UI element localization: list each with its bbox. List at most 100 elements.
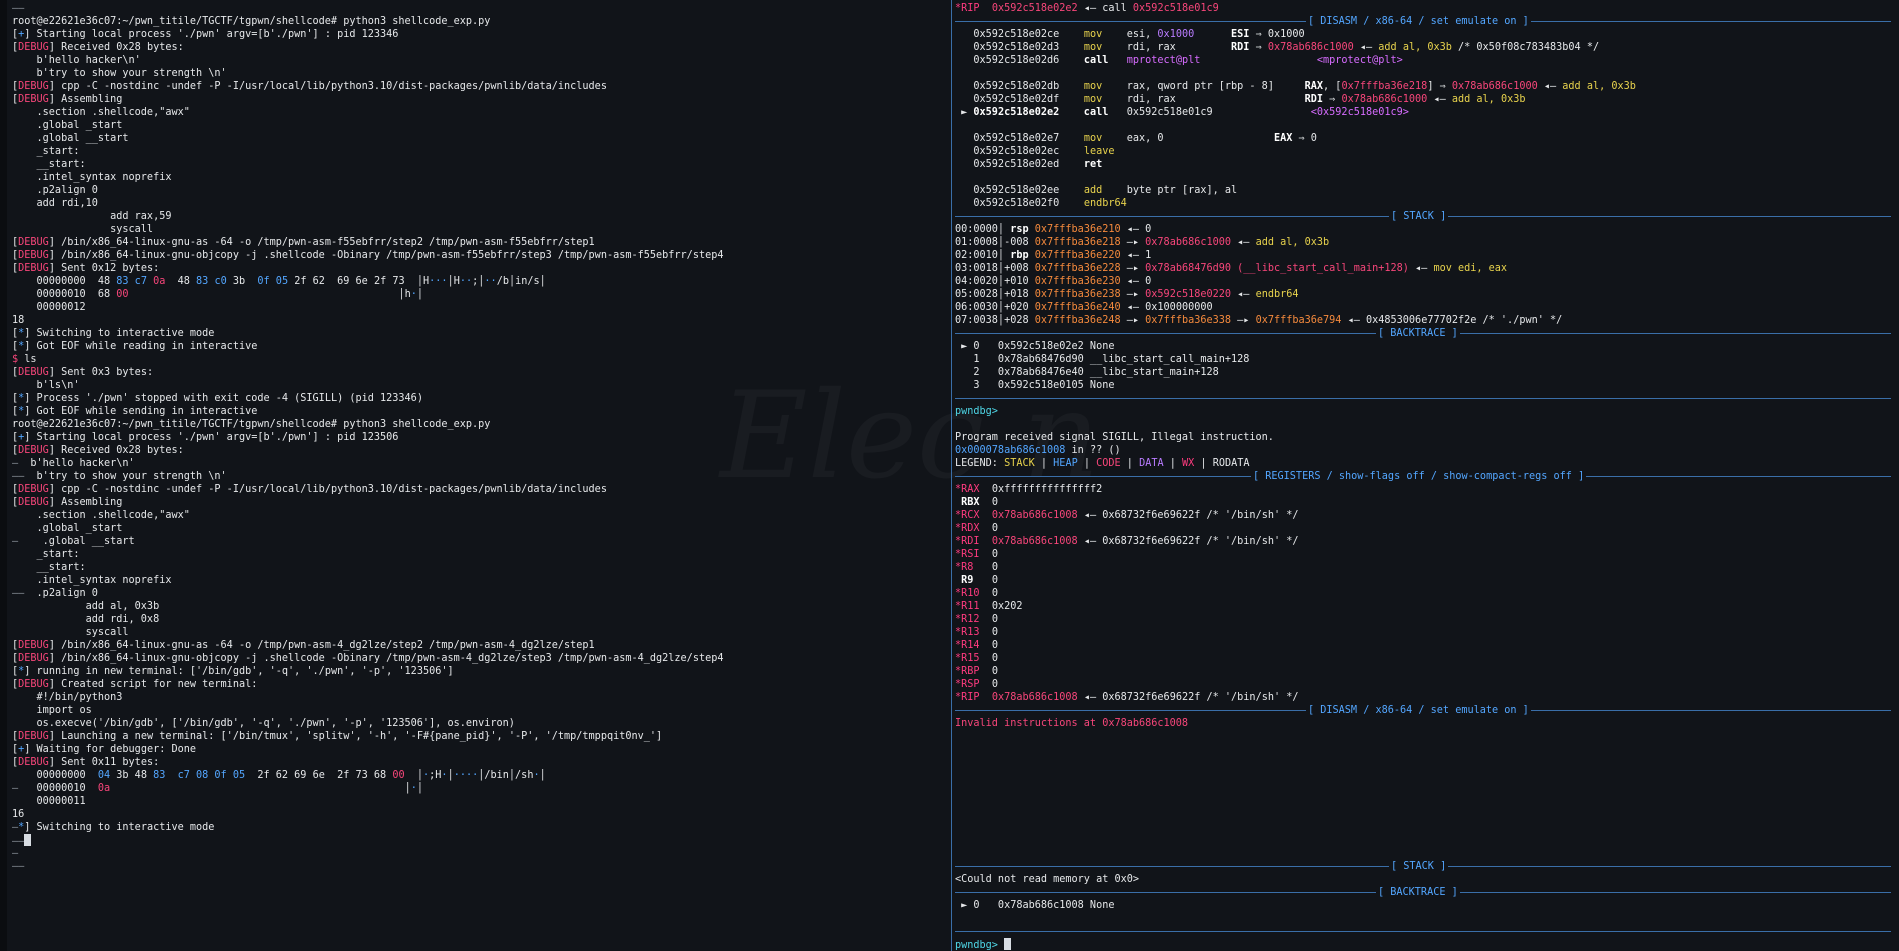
text-segment: ⇒ 0x1000 bbox=[1255, 29, 1305, 40]
terminal-line: —— .p2align 0 bbox=[12, 587, 950, 600]
terminal-line: 0x592c518e02ec leave bbox=[955, 145, 1899, 158]
terminal-line: .global _start bbox=[12, 119, 950, 132]
banner-title: [ BACKTRACE ] bbox=[1376, 886, 1460, 899]
banner-title: [ BACKTRACE ] bbox=[1376, 327, 1460, 340]
text-segment: ◂— bbox=[1359, 42, 1379, 53]
text-segment: DEBUG bbox=[18, 497, 49, 508]
terminal-line: b'try to show your strength \n' bbox=[12, 67, 950, 80]
text-segment: ► 0 0x592c518e02e2 None bbox=[955, 341, 1115, 352]
terminal-line: 18 bbox=[12, 314, 950, 327]
text-segment: endbr64 bbox=[1255, 289, 1299, 300]
terminal-line: pwndbg> bbox=[955, 405, 1899, 418]
text-segment: root@e22621e36c07:~/pwn_titile/TGCTF/tgp… bbox=[12, 419, 491, 430]
text-segment: ] /bin/x86_64-linux-gnu-as -64 -o /tmp/p… bbox=[48, 640, 595, 651]
terminal-pane-left[interactable]: — — root@e22621e36c07:~/pwn_titile/TGCTF/t… bbox=[0, 0, 950, 951]
text-segment: 0 bbox=[991, 653, 998, 664]
text-segment: ⇒ bbox=[1255, 42, 1268, 53]
text-segment: — bbox=[12, 848, 19, 859]
text-segment: ret bbox=[1083, 159, 1127, 170]
text-segment: *RBP bbox=[955, 666, 992, 677]
text-segment: 0x592c518e02d3 bbox=[955, 42, 1084, 53]
text-segment: │ bbox=[416, 783, 423, 794]
text-segment: │ bbox=[416, 289, 423, 300]
text-segment: *RAX bbox=[955, 484, 992, 495]
terminal-pane-right-pwndbg[interactable]: *RIP 0x592c518e02e2 ◂— call 0x592c518e01… bbox=[953, 0, 1899, 951]
text-segment: RDI bbox=[1231, 42, 1256, 53]
terminal-line: [DEBUG] Received 0x28 bytes: bbox=[12, 41, 950, 54]
tmux-pane-divider[interactable] bbox=[951, 0, 952, 951]
terminal-line: 0x000078ab686c1008 in ?? () bbox=[955, 444, 1899, 457]
terminal-line: 0x592c518e02ee add byte ptr [rax], al bbox=[955, 184, 1899, 197]
terminal-line: .section .shellcode,"awx" bbox=[12, 509, 950, 522]
text-segment: pwndbg> bbox=[955, 940, 1005, 951]
terminal-line: 00000011 bbox=[12, 795, 950, 808]
text-segment: add al, 0x3b bbox=[1451, 94, 1526, 105]
text-segment: ] Got EOF while sending in interactive bbox=[24, 406, 258, 417]
text-segment: 0x78ab686c1000 bbox=[1145, 237, 1238, 248]
text-segment: LEGEND: bbox=[955, 458, 1005, 469]
terminal-line: *RDX 0 bbox=[955, 522, 1899, 535]
text-segment: 0x592c518e01c9 bbox=[1126, 107, 1311, 118]
terminal-line: — 00000010 0a │·│ bbox=[12, 782, 950, 795]
text-segment: 0 bbox=[991, 679, 998, 690]
text-segment: 3 0x592c518e0105 None bbox=[955, 380, 1115, 391]
text-segment: │H bbox=[447, 276, 460, 287]
text-segment: 00 bbox=[116, 289, 129, 300]
text-segment: 48 bbox=[177, 276, 197, 287]
terminal-line: 0x592c518e02d3 mov rdi, rax RDI ⇒ 0x78ab… bbox=[955, 41, 1899, 54]
terminal-line: [DEBUG] Sent 0x12 bytes: bbox=[12, 262, 950, 275]
text-segment: 0x7fffba36e338 bbox=[1145, 315, 1238, 326]
text-segment: ◂— 0 bbox=[1126, 276, 1152, 287]
text-segment: 0x78ab686c1000 bbox=[1267, 42, 1360, 53]
text-segment: rdi, rax bbox=[1126, 42, 1232, 53]
text-segment: DEBUG bbox=[18, 94, 49, 105]
text-segment: ⇒ 0 bbox=[1298, 133, 1317, 144]
text-segment: — bbox=[12, 536, 31, 547]
text-segment: | bbox=[1083, 458, 1097, 469]
terminal-line: .section .shellcode,"awx" bbox=[12, 106, 950, 119]
terminal-line: [+] Starting local process './pwn' argv=… bbox=[12, 28, 950, 41]
text-segment: 00000011 bbox=[12, 796, 86, 807]
text-segment: ] /bin/x86_64-linux-gnu-objcopy -j .shel… bbox=[48, 250, 724, 261]
terminal-line: *RAX 0xfffffffffffffff2 bbox=[955, 483, 1899, 496]
text-segment: ·· bbox=[459, 276, 473, 287]
terminal-line: [*] Process './pwn' stopped with exit co… bbox=[12, 392, 950, 405]
text-segment: 0x7fffba36e238 bbox=[1034, 289, 1127, 300]
terminal-line: *R14 0 bbox=[955, 639, 1899, 652]
text-segment: ] /bin/x86_64-linux-gnu-as -64 -o /tmp/p… bbox=[48, 237, 595, 248]
text-segment: DEBUG bbox=[18, 484, 49, 495]
terminal-line: — .global __start bbox=[12, 535, 950, 548]
text-segment: 00000000 48 bbox=[12, 276, 117, 287]
text-segment: DEBUG bbox=[18, 757, 49, 768]
text-segment: 0x7fffba36e210 bbox=[1034, 224, 1127, 235]
terminal-line: *RCX 0x78ab686c1008 ◂— 0x68732f6e69622f … bbox=[955, 509, 1899, 522]
text-segment: .global _start bbox=[12, 120, 123, 131]
text-segment: rbp bbox=[1010, 250, 1035, 261]
text-segment: rdi, rax bbox=[1126, 94, 1305, 105]
separator-rule bbox=[955, 392, 1899, 405]
text-segment: _start: bbox=[12, 549, 80, 560]
terminal-line: *R11 0x202 bbox=[955, 600, 1899, 613]
terminal-line: os.execve('/bin/gdb', ['/bin/gdb', '-q',… bbox=[12, 717, 950, 730]
terminal-line: *R15 0 bbox=[955, 652, 1899, 665]
text-segment: DEBUG bbox=[18, 81, 49, 92]
terminal-line: 00000000 48 83 c7 0a 48 83 c0 3b 0f 05 2… bbox=[12, 275, 950, 288]
terminal-cursor[interactable] bbox=[1004, 938, 1012, 950]
text-segment: add al, 0x3b bbox=[1255, 237, 1330, 248]
text-segment: 04 bbox=[97, 770, 117, 781]
text-segment: ] ⇒ bbox=[1427, 81, 1452, 92]
text-segment: ] cpp -C -nostdinc -undef -P -I/usr/loca… bbox=[48, 81, 607, 92]
text-segment: DEBUG bbox=[18, 250, 49, 261]
terminal-line: *RDI 0x78ab686c1008 ◂— 0x68732f6e69622f … bbox=[955, 535, 1899, 548]
terminal-line: — bbox=[12, 847, 950, 860]
text-segment: │ bbox=[404, 770, 423, 781]
section-banner: [ DISASM / x86-64 / set emulate on ] bbox=[955, 704, 1899, 717]
text-segment: HEAP bbox=[1053, 458, 1084, 469]
text-segment: 0a bbox=[153, 276, 178, 287]
terminal-line: *R8 0 bbox=[955, 561, 1899, 574]
terminal-cursor[interactable] bbox=[24, 834, 32, 846]
